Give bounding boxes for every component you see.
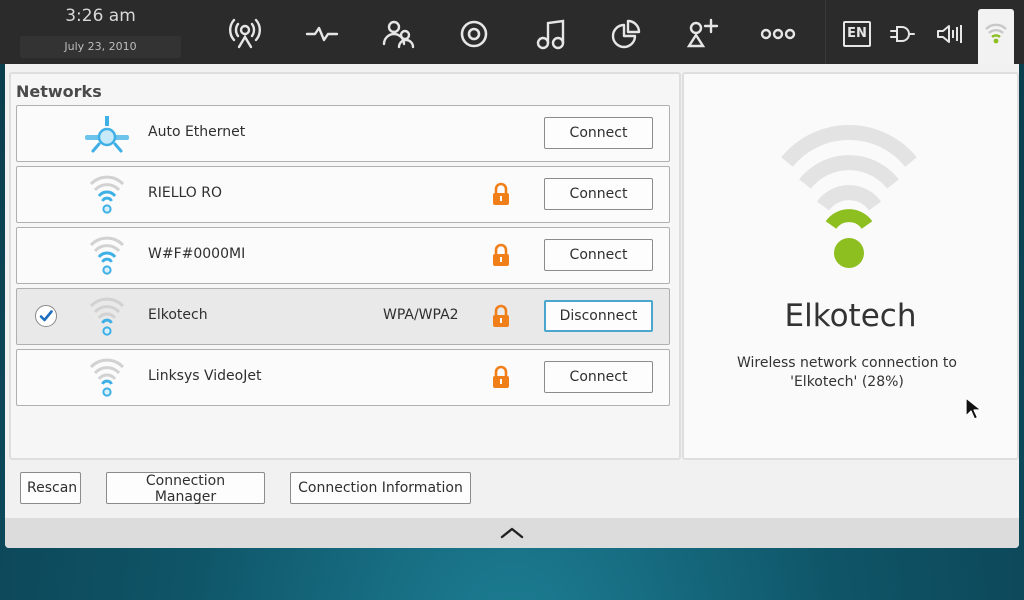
broadcast-icon[interactable] <box>222 14 268 54</box>
add-user-icon[interactable] <box>679 14 725 54</box>
wifi-signal-icon <box>985 23 1007 44</box>
network-name: Elkotech <box>148 307 208 323</box>
network-name: Auto Ethernet <box>148 124 246 140</box>
wifi-signal-icon <box>89 236 125 275</box>
power-plug-icon[interactable] <box>886 18 918 50</box>
network-security: WPA/WPA2 <box>383 307 459 323</box>
lock-icon <box>493 365 509 388</box>
connect-button[interactable]: Connect <box>544 361 653 393</box>
music-icon[interactable] <box>527 14 573 54</box>
language-code: EN <box>847 26 867 41</box>
connection-manager-button[interactable]: Connection Manager <box>106 472 265 505</box>
rescan-button[interactable]: Rescan <box>20 472 81 504</box>
network-row-linksys-videojet[interactable]: Linksys VideoJet Connect <box>16 349 670 406</box>
connected-check-icon <box>35 305 57 327</box>
network-row-riello-ro[interactable]: RIELLO RO Connect <box>16 166 670 223</box>
language-indicator[interactable]: EN <box>841 18 873 50</box>
connection-description: Wireless network connection to 'Elkotech… <box>737 355 957 390</box>
network-name: W#F#0000MI <box>148 246 246 262</box>
tray-divider <box>825 0 826 64</box>
clock-date: July 23, 2010 <box>20 36 181 58</box>
lock-icon <box>493 243 509 266</box>
top-bar: 3:26 am July 23, 2010 EN <box>0 0 1024 67</box>
mouse-cursor-icon <box>965 397 981 420</box>
chevron-up-icon <box>500 527 524 539</box>
clock[interactable]: 3:26 am July 23, 2010 <box>20 4 181 58</box>
networks-heading: Networks <box>16 82 102 101</box>
connect-button[interactable]: Connect <box>544 239 653 271</box>
lock-icon <box>493 304 509 327</box>
network-row-wf0000mi[interactable]: W#F#0000MI Connect <box>16 227 670 284</box>
lock-icon <box>493 182 509 205</box>
media-disc-icon[interactable] <box>451 14 497 54</box>
network-row-elkotech[interactable]: Elkotech WPA/WPA2 Disconnect <box>16 288 670 345</box>
networks-list-pane: Networks Auto Ethernet Connect RIELLO RO <box>9 72 681 460</box>
ethernet-icon <box>85 116 129 153</box>
network-name: RIELLO RO <box>148 185 223 201</box>
connect-button[interactable]: Connect <box>544 178 653 210</box>
large-wifi-signal-icon <box>781 125 917 268</box>
network-row-auto-ethernet[interactable]: Auto Ethernet Connect <box>16 105 670 162</box>
contacts-icon[interactable] <box>375 14 421 54</box>
network-name: Linksys VideoJet <box>148 368 262 384</box>
wifi-signal-icon <box>89 175 125 214</box>
clock-time: 3:26 am <box>65 6 136 26</box>
connect-button[interactable]: Connect <box>544 117 653 149</box>
wifi-signal-icon <box>89 358 125 397</box>
disconnect-button[interactable]: Disconnect <box>544 300 653 332</box>
connection-information-button[interactable]: Connection Information <box>290 472 471 504</box>
more-dots-icon[interactable] <box>755 14 801 54</box>
pie-chart-icon[interactable] <box>603 14 649 54</box>
connected-network-name: Elkotech <box>784 298 917 334</box>
network-panel: Networks Auto Ethernet Connect RIELLO RO <box>5 64 1019 548</box>
activity-icon[interactable] <box>299 14 345 54</box>
tray-wifi-tab[interactable] <box>978 9 1014 67</box>
wifi-signal-icon <box>89 297 125 336</box>
collapse-panel-bar[interactable] <box>5 518 1019 548</box>
volume-icon[interactable] <box>933 18 965 50</box>
